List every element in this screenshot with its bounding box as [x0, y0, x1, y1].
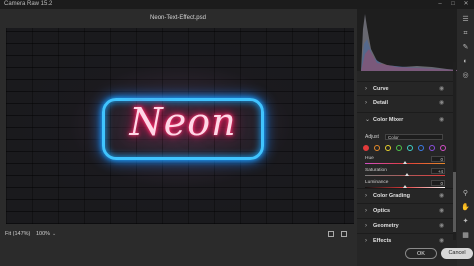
grid-icon[interactable]: ▦ [461, 231, 470, 240]
slider-thumb[interactable] [403, 161, 407, 164]
neon-text: Neon [129, 100, 237, 144]
color-swatches [363, 145, 453, 153]
fit-zoom-label[interactable]: Fit (147%) [5, 228, 30, 240]
scrollbar-thumb[interactable] [453, 172, 456, 232]
eye-icon[interactable]: ◉ [439, 204, 444, 218]
slider-label: Luminance [365, 180, 389, 185]
section-color-grading[interactable]: › Color Grading ◉ [357, 188, 453, 203]
cancel-button[interactable]: Cancel [441, 248, 473, 259]
chevron-right-icon: › [365, 238, 367, 244]
maximize-icon[interactable]: □ [447, 0, 459, 9]
slider-label: Hue [365, 156, 374, 161]
bottom-status-bar: Fit (147%) 100% ⌄ [0, 228, 358, 240]
eye-icon[interactable]: ◉ [439, 219, 444, 233]
document-filename: Neon-Text-Effect.psd [150, 15, 206, 21]
compare-view-icon[interactable] [328, 231, 334, 237]
section-geometry[interactable]: › Geometry ◉ [357, 218, 453, 233]
swatch-yellow[interactable] [385, 145, 391, 151]
hand-icon[interactable]: ✋ [461, 203, 470, 212]
slider-thumb[interactable] [405, 173, 410, 176]
before-after-icon[interactable] [341, 231, 347, 237]
color-mixer-body: Adjust Color Hue 0 Saturation +4 Luminan… [357, 132, 453, 190]
eye-icon[interactable]: ◉ [439, 189, 444, 203]
ok-button[interactable]: OK [405, 248, 437, 259]
close-icon[interactable]: ✕ [460, 0, 472, 9]
zoom-icon[interactable]: ⚲ [461, 189, 470, 198]
adjust-dropdown[interactable]: Color [385, 134, 443, 140]
section-label: Optics [373, 208, 391, 214]
section-label: Geometry [373, 223, 399, 229]
heal-icon[interactable]: ✎ [461, 43, 470, 52]
mask-icon[interactable]: ◐ [461, 57, 470, 66]
slider-value-field[interactable]: +4 [431, 168, 445, 174]
section-detail[interactable]: › Detail ◉ [357, 95, 453, 110]
chevron-right-icon: › [365, 208, 367, 214]
section-label: Detail [373, 100, 388, 106]
eye-icon[interactable]: ◉ [439, 96, 444, 110]
chevron-right-icon: › [365, 223, 367, 229]
slider-value-field[interactable]: 0 [431, 180, 445, 186]
swatch-red[interactable] [363, 145, 369, 151]
app-title: Camera Raw 15.2 [4, 1, 53, 7]
sampler-icon[interactable]: ✦ [461, 217, 470, 226]
eye-icon[interactable]: ◉ [439, 234, 444, 248]
image-preview[interactable]: Neon [6, 28, 354, 224]
swatch-magenta[interactable] [440, 145, 446, 151]
slider-label: Saturation [365, 168, 387, 173]
chevron-right-icon: › [365, 100, 367, 106]
chevron-down-icon: ⌄ [365, 117, 371, 123]
edit-sliders-icon[interactable]: ☰ [461, 15, 470, 24]
section-effects[interactable]: › Effects ◉ [357, 233, 453, 248]
swatch-aqua[interactable] [407, 145, 413, 151]
chevron-down-icon[interactable]: ⌄ [52, 228, 56, 240]
swatch-purple[interactable] [429, 145, 435, 151]
section-color-mixer[interactable]: ⌄ Color Mixer ◉ [357, 112, 453, 127]
swatch-blue[interactable] [418, 145, 424, 151]
section-label: Effects [373, 238, 392, 244]
section-label: Curve [373, 86, 389, 92]
slider-value-field[interactable]: 0 [431, 156, 445, 162]
chevron-right-icon: › [365, 193, 367, 199]
saturation-slider[interactable]: Saturation +4 [365, 168, 445, 178]
title-bar: Camera Raw 15.2 – □ ✕ [0, 0, 474, 9]
edit-panel: › Curve ◉ › Detail ◉ ⌄ Color Mixer ◉ Adj… [357, 9, 457, 266]
camera-raw-window: Camera Raw 15.2 – □ ✕ Neon-Text-Effect.p… [0, 0, 474, 266]
zoom-level-label[interactable]: 100% [36, 228, 50, 240]
section-curve[interactable]: › Curve ◉ [357, 81, 453, 96]
minimize-icon[interactable]: – [434, 0, 446, 9]
swatch-green[interactable] [396, 145, 402, 151]
adjust-label: Adjust [365, 134, 379, 140]
red-eye-icon[interactable]: ◎ [461, 71, 470, 80]
histogram-graph [361, 14, 457, 71]
section-label: Color Mixer [373, 117, 404, 123]
dialog-buttons: OK Cancel [403, 247, 474, 261]
eye-icon[interactable]: ◉ [439, 113, 444, 127]
chevron-right-icon: › [365, 86, 367, 92]
section-optics[interactable]: › Optics ◉ [357, 203, 453, 218]
crop-icon[interactable]: ⌗ [461, 29, 470, 38]
swatch-orange[interactable] [374, 145, 380, 151]
panel-scrollbar[interactable] [453, 62, 456, 240]
tool-strip: ☰ ⌗ ✎ ◐ ◎ ⚲ ✋ ✦ ▦ ⋯ [457, 9, 474, 266]
histogram [357, 9, 457, 71]
section-label: Color Grading [373, 193, 410, 199]
hue-slider[interactable]: Hue 0 [365, 156, 445, 166]
eye-icon[interactable]: ◉ [439, 82, 444, 96]
adjust-row: Adjust Color [365, 132, 453, 142]
